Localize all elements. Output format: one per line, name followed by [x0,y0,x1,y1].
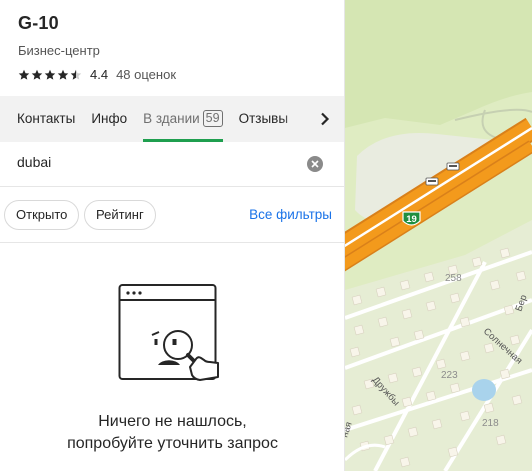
search-row [0,142,344,187]
close-icon [311,160,319,168]
star-icon [44,69,56,80]
clear-search-button[interactable] [307,156,323,172]
star-icon [18,69,30,80]
empty-state-line-2: попробуйте уточнить запрос [67,435,278,452]
nothing-found-illustration-icon [118,284,219,381]
tab-info[interactable]: Инфо [91,96,127,142]
road-number-label: 19 [406,214,417,225]
tab-count-badge: 59 [202,110,223,127]
house-number-label: 258 [445,273,462,284]
all-filters-link[interactable]: Все фильтры [249,207,332,222]
rating-count-link[interactable]: 48 оценок [116,67,176,82]
tabs-bar: Контакты Инфо В здании 59 Отзывы [0,96,344,142]
filter-chip-open-now[interactable]: Открыто [4,200,80,230]
tab-contacts[interactable]: Контакты [17,96,75,142]
house-number-label: 218 [482,418,499,429]
tab-in-building[interactable]: В здании 59 [143,96,224,142]
place-header: G-10 Бизнес-центр 4.4 48 оценок [0,0,344,82]
star-icon [57,69,69,80]
map-view[interactable]: 19 258 223 218 Солнечная Дружбы Бер ная [345,0,532,471]
tabs-fade [281,96,317,142]
tab-in-building-label: В здании [143,111,200,126]
filter-chip-rating[interactable]: Рейтинг [84,200,156,230]
star-icon [31,69,43,80]
place-title: G-10 [18,13,59,33]
rating-summary[interactable]: 4.4 48 оценок [18,67,344,82]
empty-state-line-1: Ничего не нашлось, [98,413,247,430]
rating-stars [18,69,82,81]
house-number-label: 223 [441,370,458,381]
empty-state-message: Ничего не нашлось, попробуйте уточнить з… [0,411,344,455]
bus-stop-icon[interactable] [425,177,439,186]
chevron-right-icon [321,112,330,126]
place-category: Бизнес-центр [18,43,100,58]
search-input[interactable] [17,154,287,170]
map-canvas[interactable]: 19 258 223 218 Солнечная Дружбы Бер ная [345,0,532,471]
rating-value: 4.4 [90,67,109,82]
side-panel: G-10 Бизнес-центр 4.4 48 оценок Контакты… [0,0,345,471]
bus-stop-icon[interactable] [446,162,460,171]
filters-row: Открыто Рейтинг Все фильтры [0,187,344,243]
half-star-icon [70,69,82,80]
tabs-scroll-right-button[interactable] [315,109,335,129]
road-number-shield: 19 [402,211,421,226]
